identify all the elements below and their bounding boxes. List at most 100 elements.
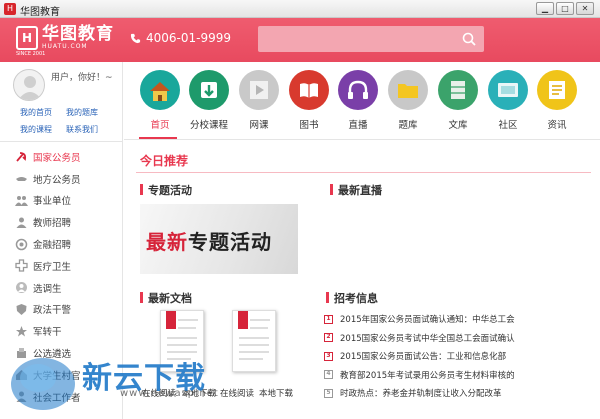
logo-text: 华图教育 bbox=[42, 24, 114, 44]
tab-library[interactable]: 文库 bbox=[434, 70, 482, 131]
search-icon[interactable] bbox=[462, 32, 476, 46]
tab-community[interactable]: 社区 bbox=[484, 70, 532, 131]
news-title: 2015年国家公务员面试确认通知：中华总工会 bbox=[340, 315, 515, 326]
rank-number: 2 bbox=[324, 333, 333, 343]
read-online-link[interactable]: 在线阅读 bbox=[220, 387, 254, 399]
minimize-button[interactable]: ▁ bbox=[536, 2, 554, 15]
window-title: 华图教育 bbox=[20, 7, 60, 18]
sidebar-item-national-civil-servant[interactable]: 国家公务员 bbox=[0, 146, 123, 168]
active-tab-indicator bbox=[139, 137, 177, 139]
tab-label: 文库 bbox=[448, 120, 468, 131]
sidebar-item-label: 社会工作者 bbox=[33, 392, 81, 404]
h-logo-icon: H bbox=[4, 3, 16, 15]
book-icon bbox=[289, 70, 329, 110]
list-item[interactable]: 2 2015国家公务员考试中华全国总工会面试确认 bbox=[324, 329, 594, 348]
tab-branch-courses[interactable]: 分校课程 bbox=[185, 70, 233, 131]
rank-number: 5 bbox=[324, 388, 333, 398]
sidebar-item-label: 地方公务员 bbox=[33, 174, 81, 186]
tab-label: 题库 bbox=[398, 120, 418, 131]
close-button[interactable]: ✕ bbox=[576, 2, 594, 15]
village-icon bbox=[16, 370, 27, 381]
tab-home[interactable]: 首页 bbox=[136, 70, 184, 131]
divider bbox=[136, 172, 591, 173]
sidebar-item-public-selection[interactable]: 公选遴选 bbox=[0, 342, 123, 364]
read-online-link[interactable]: 在线阅读 bbox=[142, 387, 176, 399]
list-item[interactable]: 3 2015国家公务员面试公告：工业和信息化部 bbox=[324, 347, 594, 366]
sidebar-item-local-civil-servant[interactable]: 地方公务员 bbox=[0, 168, 123, 190]
sidebar-item-village-official[interactable]: 大学生村官 bbox=[0, 364, 123, 386]
hat-icon bbox=[16, 177, 27, 182]
phone-number: 4006-01-9999 bbox=[146, 31, 232, 45]
sidebar-item-label: 公选遴选 bbox=[33, 349, 72, 361]
search-input[interactable] bbox=[258, 26, 484, 52]
document-thumbnail[interactable] bbox=[160, 310, 204, 372]
logo-est: SINCE 2001 bbox=[16, 51, 46, 57]
list-item[interactable]: 5 时政热点：养老金并轨制度让收入分配改革 bbox=[324, 384, 594, 403]
tab-label: 直播 bbox=[348, 120, 368, 131]
category-nav: 国家公务员 地方公务员 事业单位 教师招聘 金融招聘 医疗卫生 选调生 政法干警… bbox=[0, 146, 123, 408]
document-thumbnail[interactable] bbox=[232, 310, 276, 372]
special-events-banner[interactable]: 最新专题活动 bbox=[140, 204, 298, 274]
local-download-link[interactable]: 本地下载 bbox=[182, 387, 216, 399]
cross-icon bbox=[15, 259, 28, 273]
sidebar-item-medical[interactable]: 医疗卫生 bbox=[0, 255, 123, 277]
sidebar-item-label: 政法干警 bbox=[33, 305, 72, 317]
sidebar-item-label: 教师招聘 bbox=[33, 218, 72, 230]
sidebar-item-military-transfer[interactable]: 军转干 bbox=[0, 320, 123, 342]
tab-online-course[interactable]: 网课 bbox=[235, 70, 283, 131]
window-titlebar: H 华图教育 ▁ □ ✕ bbox=[0, 0, 600, 18]
sidebar-item-label: 大学生村官 bbox=[33, 370, 81, 382]
latest-docs-heading: 最新文档 bbox=[140, 290, 192, 306]
top-icon-nav: 首页 分校课程 网课 图书 直播 题库 文库 社区 资讯 bbox=[124, 62, 600, 140]
local-download-link[interactable]: 本地下载 bbox=[259, 387, 293, 399]
download-icon bbox=[189, 70, 229, 110]
contact-us-link[interactable]: 联系我们 bbox=[66, 124, 98, 135]
sidebar-item-public-institution[interactable]: 事业单位 bbox=[0, 190, 123, 212]
tab-label: 分校课程 bbox=[189, 120, 228, 131]
phone-icon bbox=[130, 33, 141, 43]
user-panel: 用户，你好！~ 我的首页 我的题库 我的课程 联系我们 bbox=[0, 62, 123, 142]
user-icon bbox=[16, 282, 27, 294]
rank-number: 4 bbox=[324, 370, 333, 380]
sidebar-item-teacher[interactable]: 教师招聘 bbox=[0, 211, 123, 233]
people-icon bbox=[15, 195, 28, 206]
my-courses-link[interactable]: 我的课程 bbox=[20, 124, 52, 135]
special-events-heading: 专题活动 bbox=[140, 182, 192, 198]
news-icon bbox=[537, 70, 577, 110]
news-title: 教育部2015年考试录用公务员考生材料审核的 bbox=[340, 370, 515, 381]
tab-question-bank[interactable]: 题库 bbox=[384, 70, 432, 131]
maximize-button[interactable]: □ bbox=[556, 2, 574, 15]
greeting: 用户，你好！~ bbox=[51, 73, 113, 83]
tab-live[interactable]: 直播 bbox=[334, 70, 382, 131]
headphones-icon bbox=[338, 70, 378, 110]
rank-number: 1 bbox=[324, 314, 333, 324]
tab-label: 社区 bbox=[498, 120, 518, 131]
sidebar-item-police[interactable]: 政法干警 bbox=[0, 299, 123, 321]
sidebar-item-social-worker[interactable]: 社会工作者 bbox=[0, 386, 123, 408]
sidebar-item-label: 金融招聘 bbox=[33, 240, 72, 252]
tab-news[interactable]: 资讯 bbox=[533, 70, 581, 131]
tab-books[interactable]: 图书 bbox=[285, 70, 333, 131]
folder-icon bbox=[388, 70, 428, 110]
list-item[interactable]: 1 2015年国家公务员面试确认通知：中华总工会 bbox=[324, 310, 594, 329]
news-title: 2015国家公务员面试公告：工业和信息化部 bbox=[340, 352, 507, 363]
h-logo-icon: H bbox=[16, 25, 38, 50]
huatu-logo[interactable]: H 华图教育 HUATU.COM SINCE 2001 bbox=[16, 24, 114, 57]
my-home-link[interactable]: 我的首页 bbox=[20, 107, 52, 118]
recruitment-info-heading: 招考信息 bbox=[326, 290, 378, 306]
sidebar-item-finance[interactable]: 金融招聘 bbox=[0, 233, 123, 255]
latest-live-heading: 最新直播 bbox=[330, 182, 382, 198]
tab-label: 首页 bbox=[150, 120, 170, 131]
sidebar-item-label: 医疗卫生 bbox=[33, 261, 72, 273]
list-item[interactable]: 4 教育部2015年考试录用公务员考生材料审核的 bbox=[324, 366, 594, 385]
party-emblem-icon bbox=[16, 152, 27, 162]
tab-label: 图书 bbox=[299, 120, 319, 131]
my-questions-link[interactable]: 我的题库 bbox=[66, 107, 98, 118]
home-icon bbox=[140, 70, 180, 110]
sidebar-item-selected-graduate[interactable]: 选调生 bbox=[0, 277, 123, 299]
sidebar-item-label: 选调生 bbox=[33, 283, 62, 295]
rank-number: 3 bbox=[324, 351, 333, 361]
community-icon bbox=[488, 70, 528, 110]
avatar[interactable] bbox=[13, 69, 45, 101]
worker-icon bbox=[16, 391, 27, 403]
